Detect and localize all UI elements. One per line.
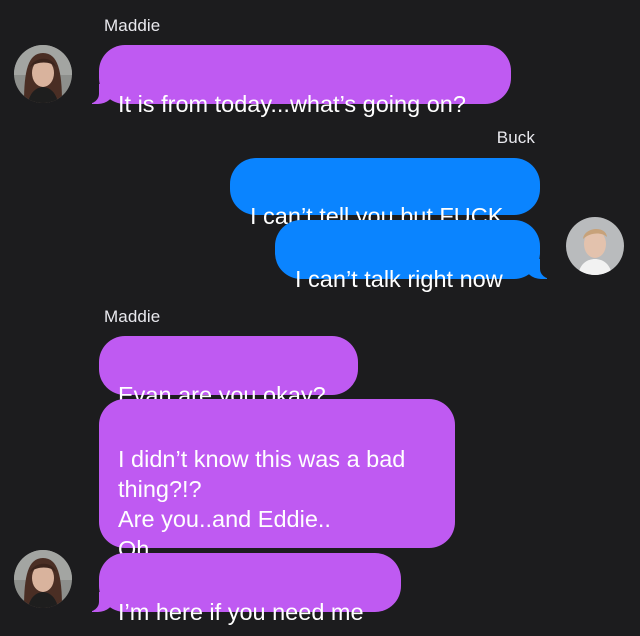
message-bubble[interactable]: It is from today...what’s going on? <box>87 45 511 117</box>
sender-name-maddie: Maddie <box>104 307 161 326</box>
message-bubble[interactable]: I didn’t know this was a bad thing?!? Ar… <box>99 399 455 562</box>
maddie-avatar-icon[interactable] <box>14 550 72 608</box>
message-text: I can’t talk right now <box>295 266 503 292</box>
sender-name-buck: Buck <box>496 128 535 147</box>
message-bubble[interactable]: I can’t talk right now <box>275 220 552 292</box>
message-text: I didn’t know this was a bad thing?!? Ar… <box>118 446 406 562</box>
maddie-avatar-icon[interactable] <box>14 45 72 103</box>
message-text: I’m here if you need me <box>118 599 364 625</box>
message-text: It is from today...what’s going on? <box>118 91 466 117</box>
buck-avatar-icon[interactable] <box>566 217 624 275</box>
message-bubble[interactable]: I’m here if you need me <box>87 553 401 625</box>
message-bubble[interactable]: Evan are you okay? <box>99 336 358 408</box>
sender-name-maddie: Maddie <box>104 16 161 35</box>
message-bubble[interactable]: I can’t tell you but FUCK <box>230 158 540 229</box>
